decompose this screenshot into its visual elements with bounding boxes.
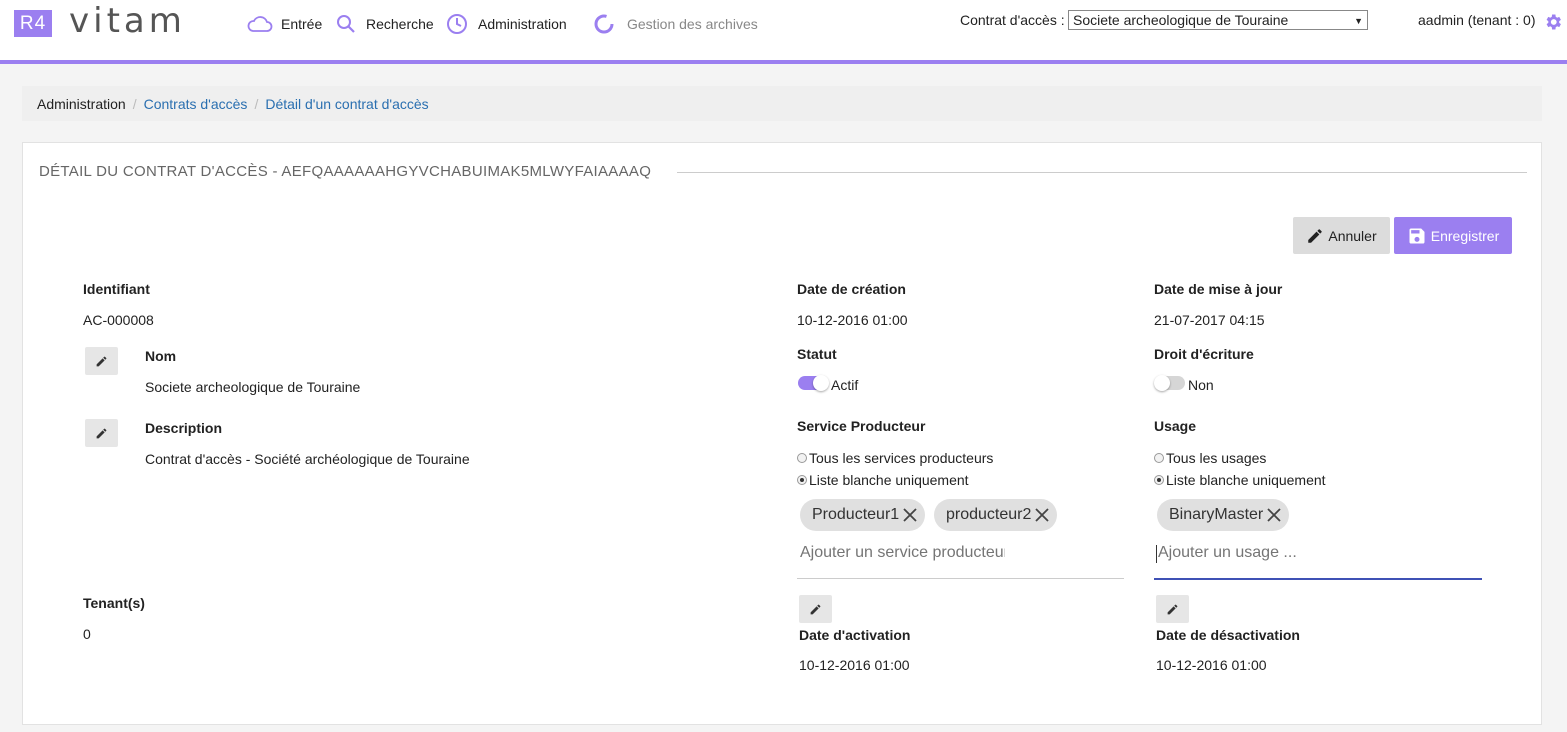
radio-liste-blanche-services-label: Liste blanche uniquement xyxy=(809,472,969,488)
loading-ring-icon xyxy=(594,14,614,34)
droit-ecriture-label: Droit d'écriture xyxy=(1154,346,1254,362)
pencil-icon xyxy=(810,604,821,614)
close-icon[interactable] xyxy=(1033,506,1051,524)
breadcrumb-administration[interactable]: Administration xyxy=(37,96,126,112)
date-desactivation-value: 10-12-2016 01:00 xyxy=(1156,657,1267,673)
service-producteur-input[interactable] xyxy=(800,544,1005,562)
chip-producteur1: Producteur1 xyxy=(800,499,926,531)
breadcrumb-separator: / xyxy=(254,95,259,112)
nav-gestion-archives[interactable]: Gestion des archives xyxy=(593,12,758,36)
nom-value: Societe archeologique de Touraine xyxy=(145,379,361,395)
date-maj-label: Date de mise à jour xyxy=(1154,281,1283,297)
service-producteur-label: Service Producteur xyxy=(797,418,926,434)
breadcrumb-detail[interactable]: Détail d'un contrat d'accès xyxy=(265,96,428,112)
radio-tous-services-label: Tous les services producteurs xyxy=(809,450,994,466)
date-maj-value: 21-07-2017 04:15 xyxy=(1154,312,1265,328)
radio-tous-usages[interactable]: Tous les usages xyxy=(1154,450,1266,466)
toggle-knob xyxy=(813,375,829,391)
date-desactivation-label: Date de désactivation xyxy=(1156,627,1300,643)
title-divider xyxy=(677,172,1527,173)
nav-recherche[interactable]: Recherche xyxy=(336,12,434,36)
floppy-disk-icon xyxy=(1409,228,1425,243)
gear-icon[interactable] xyxy=(1543,12,1563,32)
chip-label: BinaryMaster xyxy=(1169,506,1264,523)
nav-administration[interactable]: Administration xyxy=(446,12,567,36)
date-creation-value: 10-12-2016 01:00 xyxy=(797,312,908,328)
nav-entree[interactable]: Entrée xyxy=(247,12,322,36)
chip-binarymaster: BinaryMaster xyxy=(1157,499,1290,531)
pencil-icon xyxy=(1308,228,1323,243)
radio-liste-blanche-usages[interactable]: Liste blanche uniquement xyxy=(1154,472,1326,488)
pencil-icon xyxy=(96,428,107,438)
logo-text: vitam xyxy=(69,1,186,41)
breadcrumb: Administration / Contrats d'accès / Déta… xyxy=(22,86,1542,121)
statut-value: Actif xyxy=(831,377,859,393)
contract-select-value: Societe archeologique de Touraine xyxy=(1073,12,1289,28)
nav-recherche-label: Recherche xyxy=(366,16,434,32)
identifiant-label: Identifiant xyxy=(83,281,150,297)
droit-ecriture-toggle[interactable] xyxy=(1154,375,1185,391)
contract-select[interactable]: Societe archeologique de Touraine ▼ xyxy=(1068,10,1368,30)
panel-title: DÉTAIL DU CONTRAT D'ACCÈS - AEFQAAAAAAHG… xyxy=(39,163,652,180)
top-bar: R4 vitam Entrée Recherche Administration… xyxy=(0,0,1567,64)
radio-liste-blanche-usages-label: Liste blanche uniquement xyxy=(1166,472,1326,488)
edit-date-activation-button[interactable] xyxy=(799,595,832,623)
radio-circle xyxy=(1154,475,1164,485)
breadcrumb-contrats[interactable]: Contrats d'accès xyxy=(144,96,248,112)
droit-ecriture-value: Non xyxy=(1188,377,1214,393)
description-value: Contrat d'accès - Société archéologique … xyxy=(145,451,470,467)
dropdown-arrow-icon: ▼ xyxy=(1354,16,1363,26)
save-button[interactable]: Enregistrer xyxy=(1394,217,1512,254)
service-producteur-input-underline xyxy=(797,578,1124,579)
logo-badge: R4 xyxy=(14,10,52,37)
edit-description-button[interactable] xyxy=(85,419,118,447)
chip-label: Producteur1 xyxy=(812,506,900,523)
pencil-icon xyxy=(96,356,107,366)
tenants-label: Tenant(s) xyxy=(83,595,145,611)
pencil-icon xyxy=(1167,604,1178,614)
date-creation-label: Date de création xyxy=(797,281,906,297)
usage-input[interactable] xyxy=(1158,544,1458,562)
clock-icon xyxy=(447,14,467,34)
edit-date-desactivation-button[interactable] xyxy=(1156,595,1189,623)
date-activation-label: Date d'activation xyxy=(799,627,911,643)
nom-label: Nom xyxy=(145,348,177,364)
breadcrumb-separator: / xyxy=(132,95,137,112)
radio-tous-usages-label: Tous les usages xyxy=(1166,450,1267,466)
radio-circle xyxy=(1154,453,1164,463)
nav-gestion-archives-label: Gestion des archives xyxy=(627,16,758,32)
identifiant-value: AC-000008 xyxy=(83,312,154,328)
statut-label: Statut xyxy=(797,346,837,362)
radio-liste-blanche-services[interactable]: Liste blanche uniquement xyxy=(797,472,969,488)
description-label: Description xyxy=(145,420,223,436)
nav-administration-label: Administration xyxy=(478,16,567,32)
statut-toggle[interactable] xyxy=(798,375,829,391)
cancel-button[interactable]: Annuler xyxy=(1293,217,1390,254)
radio-tous-services[interactable]: Tous les services producteurs xyxy=(797,450,993,466)
contract-label: Contrat d'accès : xyxy=(960,12,1065,28)
cloud-icon xyxy=(247,16,273,32)
nav-entree-label: Entrée xyxy=(281,16,323,32)
toggle-knob xyxy=(1154,375,1170,391)
text-caret xyxy=(1156,545,1157,563)
edit-nom-button[interactable] xyxy=(85,347,118,375)
save-button-label: Enregistrer xyxy=(1430,227,1500,244)
usage-input-underline xyxy=(1154,578,1482,580)
radio-circle xyxy=(797,475,807,485)
close-icon[interactable] xyxy=(901,506,919,524)
search-icon xyxy=(337,15,355,33)
chip-label: producteur2 xyxy=(946,506,1032,523)
chip-producteur2: producteur2 xyxy=(934,499,1058,531)
tenants-value: 0 xyxy=(83,626,91,642)
radio-circle xyxy=(797,453,807,463)
cancel-button-label: Annuler xyxy=(1328,227,1377,244)
date-activation-value: 10-12-2016 01:00 xyxy=(799,657,910,673)
close-icon[interactable] xyxy=(1265,506,1283,524)
user-label: aadmin (tenant : 0) xyxy=(1418,12,1536,28)
usage-label: Usage xyxy=(1154,418,1197,434)
contract-detail-panel: DÉTAIL DU CONTRAT D'ACCÈS - AEFQAAAAAAHG… xyxy=(22,142,1542,725)
